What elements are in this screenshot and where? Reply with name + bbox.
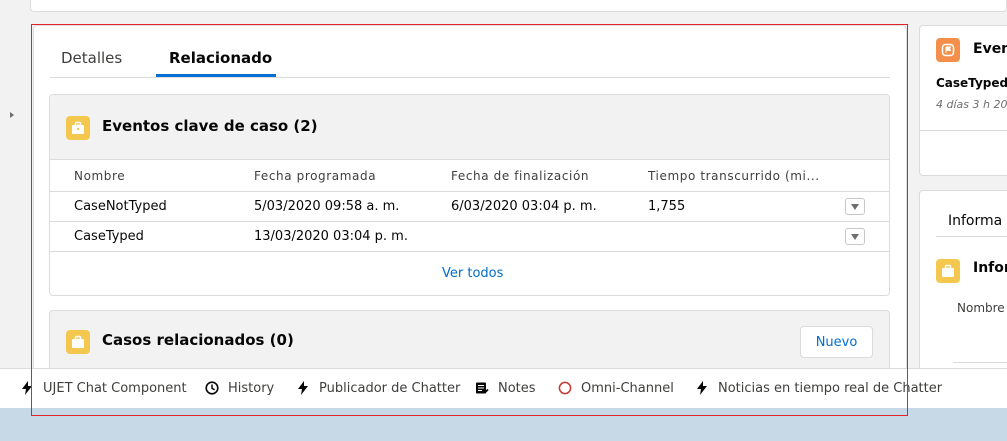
event-elapsed-time: 4 días 3 h 20 xyxy=(936,98,1007,111)
tabs-divider xyxy=(936,236,1007,237)
column-header-completed[interactable]: Fecha de finalización xyxy=(451,169,589,183)
top-card xyxy=(30,0,1007,12)
row-2-actions-button[interactable] xyxy=(845,228,865,245)
utility-notes[interactable]: Notes xyxy=(475,368,536,408)
tab-related[interactable]: Relacionado xyxy=(169,49,272,77)
bottom-band xyxy=(0,408,1007,441)
omni-channel-status-icon xyxy=(558,381,572,395)
utility-label: UJET Chat Component xyxy=(43,380,187,396)
row-divider xyxy=(50,251,889,252)
row-divider xyxy=(50,221,889,222)
utility-chatter-publisher[interactable]: Publicador de Chatter xyxy=(296,368,460,408)
utility-label: Publicador de Chatter xyxy=(319,380,461,396)
chevron-down-icon xyxy=(851,203,859,210)
row-1-actions-button[interactable] xyxy=(845,198,865,215)
row-divider xyxy=(50,191,889,192)
chevron-down-icon xyxy=(851,233,859,240)
utility-ujet-chat[interactable]: UJET Chat Component xyxy=(20,368,187,408)
event-flag-icon xyxy=(936,38,960,62)
related-cases-title[interactable]: Casos relacionados (0) xyxy=(102,331,294,349)
notes-icon xyxy=(476,382,489,394)
tab-information[interactable]: Informa xyxy=(948,213,1002,229)
bolt-icon xyxy=(697,381,707,395)
utility-label: Omni-Channel xyxy=(581,380,674,396)
info-section-icon xyxy=(936,259,960,283)
field-underline xyxy=(953,362,1007,363)
bolt-icon xyxy=(22,381,32,395)
row-2-name[interactable]: CaseTyped xyxy=(74,229,144,244)
clock-icon xyxy=(205,381,219,395)
related-cases-icon xyxy=(66,330,90,354)
column-header-scheduled[interactable]: Fecha programada xyxy=(254,169,376,183)
utility-history[interactable]: History xyxy=(205,368,274,408)
tabs-divider xyxy=(50,77,890,78)
utility-omni-channel[interactable]: Omni-Channel xyxy=(558,368,674,408)
divider xyxy=(920,130,1007,131)
bolt-icon xyxy=(298,381,308,395)
utility-chatter-feed[interactable]: Noticias en tiempo real de Chatter xyxy=(695,368,942,408)
column-header-name[interactable]: Nombre xyxy=(74,169,125,183)
row-1-scheduled: 5/03/2020 09:58 a. m. xyxy=(254,199,400,214)
view-all-link[interactable]: Ver todos xyxy=(442,266,503,281)
field-label-name: Nombre xyxy=(957,301,1005,315)
row-2-scheduled: 13/03/2020 03:04 p. m. xyxy=(254,229,408,244)
row-1-name[interactable]: CaseNotTyped xyxy=(74,199,167,214)
event-name[interactable]: CaseTyped xyxy=(936,76,1007,90)
key-events-title[interactable]: Eventos clave de caso (2) xyxy=(102,117,318,135)
left-rail xyxy=(0,0,18,380)
utility-label: History xyxy=(228,380,275,396)
row-1-elapsed: 1,755 xyxy=(648,199,686,214)
event-card-title[interactable]: Even xyxy=(973,41,1007,57)
utility-label: Notes xyxy=(498,380,536,396)
expand-caret-icon[interactable] xyxy=(10,112,14,118)
new-related-case-button[interactable]: Nuevo xyxy=(800,326,873,358)
row-1-completed: 6/03/2020 03:04 p. m. xyxy=(451,199,597,214)
case-key-event-icon xyxy=(66,116,90,140)
tab-details[interactable]: Detalles xyxy=(61,49,122,77)
info-section-title[interactable]: Infor xyxy=(973,260,1007,276)
utility-label: Noticias en tiempo real de Chatter xyxy=(718,380,943,396)
column-header-elapsed[interactable]: Tiempo transcurrido (mi... xyxy=(648,169,820,183)
